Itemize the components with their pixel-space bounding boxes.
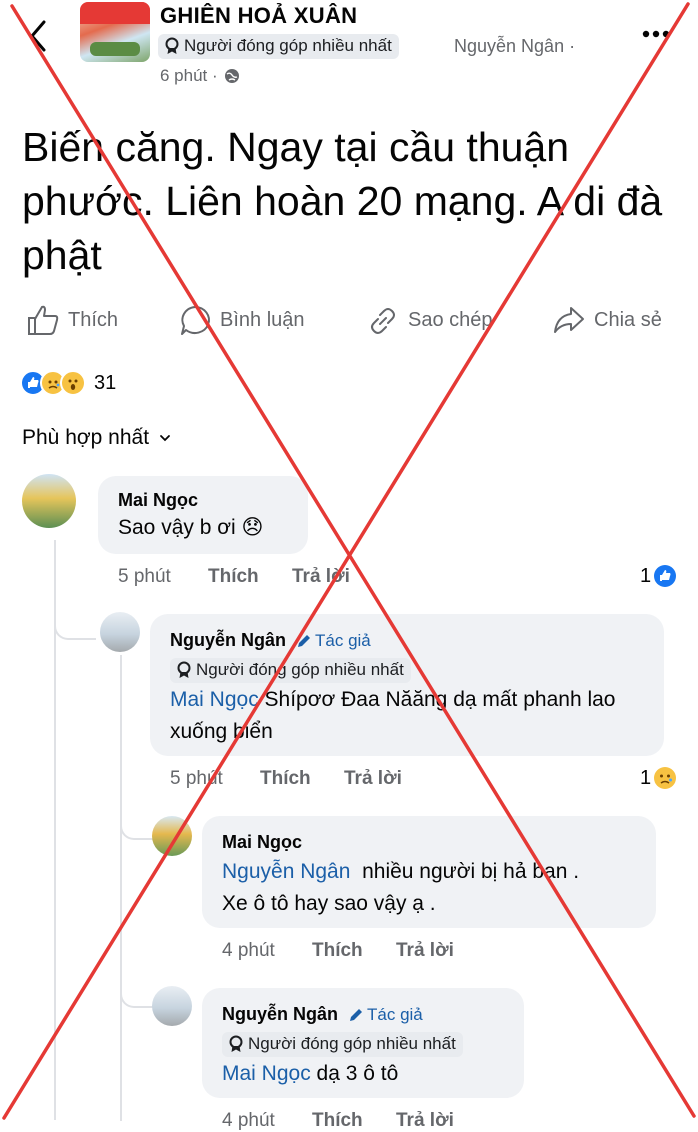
comment-reactions[interactable]: 1 [640, 564, 677, 588]
like-button[interactable]: Thích [26, 304, 118, 336]
share-icon [554, 307, 584, 333]
wow-reaction-icon [60, 370, 86, 396]
badge-label: Người đóng góp nhiều nhất [184, 36, 392, 55]
comment-reply-button[interactable]: Trả lời [292, 566, 350, 588]
comment-body: dạ 3 ô tô [310, 1062, 399, 1085]
comment-author[interactable]: Mai Ngọc [118, 490, 198, 511]
thread-connector [120, 818, 154, 840]
comment-time: 5 phút [118, 566, 171, 587]
share-label: Chia sẻ [594, 308, 662, 331]
chevron-left-icon [30, 20, 46, 52]
pencil-icon [298, 634, 311, 647]
comment-bubble: Nguyễn Ngân Tác giả Người đóng góp nhiều… [150, 614, 664, 756]
avatar[interactable] [152, 816, 192, 856]
comment-reply-button[interactable]: Trả lời [396, 940, 454, 962]
comment-body-line2: Xe ô tô hay sao vậy ạ . [222, 892, 436, 915]
comment-bubble: Nguyễn Ngân Tác giả Người đóng góp nhiều… [202, 988, 524, 1098]
pencil-icon [350, 1008, 363, 1021]
comment-text: Sao vậy b ơi 😞 [118, 516, 264, 539]
mention-link[interactable]: Nguyễn Ngân [222, 860, 350, 883]
comment-header: Nguyễn Ngân Tác giả [222, 1004, 423, 1025]
copy-button[interactable]: Sao chép [366, 304, 493, 336]
comment-reaction-count: 1 [640, 766, 652, 789]
group-avatar[interactable] [80, 2, 150, 62]
sad-reaction-icon [654, 767, 677, 789]
mention-link[interactable]: Mai Ngọc [222, 1062, 311, 1085]
comment-text: Mai Ngọc dạ 3 ô tô [222, 1058, 398, 1090]
thumbs-up-icon [28, 305, 59, 335]
globe-icon [224, 69, 239, 83]
comment-icon [181, 306, 210, 335]
comment-body-line1: nhiều người bị hả bạn . [350, 860, 580, 883]
avatar[interactable] [22, 474, 76, 528]
avatar[interactable] [100, 612, 140, 652]
top-contributor-badge: Người đóng góp nhiều nhất [170, 658, 411, 683]
comment-reply-button[interactable]: Trả lời [344, 768, 402, 790]
reaction-count: 31 [94, 371, 117, 394]
comment-label: Bình luận [220, 308, 305, 331]
comment-like-button[interactable]: Thích [260, 768, 311, 790]
comment-like-button[interactable]: Thích [312, 1110, 363, 1132]
chevron-down-icon [160, 435, 170, 442]
link-icon [371, 308, 395, 334]
badge-label: Người đóng góp nhiều nhất [196, 660, 404, 679]
comment-like-button[interactable]: Thích [312, 940, 363, 962]
like-reaction-icon [654, 565, 677, 587]
thread-connector [54, 618, 96, 640]
comment-text: Mai Ngọc Shípơơ Đaa Năăng dạ mất phanh l… [170, 684, 660, 748]
comment-bubble: Mai Ngọc Sao vậy b ơi 😞 [98, 476, 308, 554]
comment-time: 4 phút [222, 940, 275, 961]
award-icon [229, 1035, 243, 1052]
thread-connector [120, 986, 154, 1008]
badge-label: Người đóng góp nhiều nhất [248, 1034, 456, 1053]
copy-label: Sao chép [408, 308, 493, 331]
comment-time: 5 phút [170, 768, 223, 789]
author-tag: Tác giả [296, 631, 371, 651]
post-author[interactable]: Nguyễn Ngân · [454, 36, 575, 57]
comment-button[interactable]: Bình luận [178, 304, 305, 336]
post-time-label: 6 phút · [160, 66, 218, 85]
comment-header: Nguyễn Ngân Tác giả [170, 630, 371, 651]
comment-author[interactable]: Mai Ngọc [222, 832, 302, 853]
award-icon [177, 661, 191, 678]
like-label: Thích [68, 308, 119, 331]
more-horizontal-icon [642, 30, 670, 38]
mention-link[interactable]: Mai Ngọc [170, 688, 259, 711]
avatar[interactable] [152, 986, 192, 1026]
post-time: 6 phút · [160, 66, 240, 86]
comment-reaction-count: 1 [640, 564, 652, 587]
comment-sort-dropdown[interactable]: Phù hợp nhất [22, 426, 171, 450]
award-icon [165, 37, 179, 54]
comment-time: 4 phút [222, 1110, 275, 1131]
comment-reply-button[interactable]: Trả lời [396, 1110, 454, 1132]
author-tag: Tác giả [348, 1005, 423, 1025]
group-name[interactable]: GHIÊN HOẢ XUÂN [160, 3, 357, 29]
sort-label: Phù hợp nhất [22, 426, 150, 449]
comment-bubble: Mai Ngọc Nguyễn Ngân nhiều người bị hả b… [202, 816, 656, 928]
top-contributor-badge: Người đóng góp nhiều nhất [158, 34, 399, 59]
reactions-summary[interactable]: 31 [20, 370, 116, 396]
share-button[interactable]: Chia sẻ [552, 304, 662, 336]
comment-like-button[interactable]: Thích [208, 566, 259, 588]
comment-author[interactable]: Nguyễn Ngân [170, 630, 286, 651]
back-button[interactable] [22, 16, 54, 56]
comment-reactions[interactable]: 1 [640, 766, 677, 790]
top-contributor-badge: Người đóng góp nhiều nhất [222, 1032, 463, 1057]
post-text: Biến căng. Ngay tại cầu thuận phước. Liê… [22, 124, 663, 278]
more-options-button[interactable] [640, 24, 680, 44]
comment-text: Nguyễn Ngân nhiều người bị hả bạn . Xe ô… [222, 856, 652, 920]
thread-line [120, 655, 122, 1121]
comment-author[interactable]: Nguyễn Ngân [222, 1004, 338, 1025]
